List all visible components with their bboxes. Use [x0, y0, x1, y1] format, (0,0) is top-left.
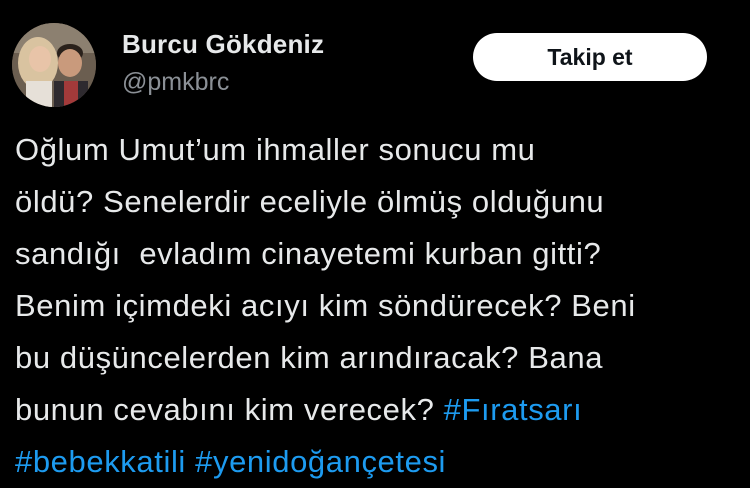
- follow-button[interactable]: Takip et: [473, 33, 707, 81]
- author-handle[interactable]: @pmkbrc: [122, 68, 229, 97]
- tweet-line: sandığı evladım cinayetemi kurban gitti?: [15, 236, 602, 271]
- hashtag-link[interactable]: #Fıratsarı: [444, 392, 583, 427]
- tweet-line: Benim içimdeki acıyı kim söndürecek? Ben…: [15, 288, 636, 323]
- tweet-text: Oğlum Umut’um ihmaller sonucu mu öldü? S…: [15, 124, 745, 488]
- tweet-card: Burcu Gökdeniz @pmkbrc Takip et Oğlum Um…: [0, 0, 750, 479]
- tweet-line-with-hashtag: bunun cevabını kim verecek? #Fıratsarı: [15, 384, 745, 436]
- avatar-photo-icon: [12, 23, 96, 107]
- tweet-line: bu düşüncelerden kim arındıracak? Bana: [15, 340, 604, 375]
- tweet-line-text: bunun cevabını kim verecek?: [15, 392, 444, 427]
- author-name[interactable]: Burcu Gökdeniz: [122, 29, 324, 60]
- tweet-line: öldü? Senelerdir eceliyle ölmüş olduğunu: [15, 184, 605, 219]
- tweet-line: Oğlum Umut’um ihmaller sonucu mu: [15, 132, 536, 167]
- avatar[interactable]: [12, 23, 96, 107]
- hashtag-line: #bebekkatili #yenidoğançetesi: [15, 436, 745, 488]
- hashtag-link[interactable]: #yenidoğançetesi: [195, 444, 446, 479]
- hashtag-link[interactable]: #bebekkatili: [15, 444, 186, 479]
- hashtag-separator: [186, 444, 195, 479]
